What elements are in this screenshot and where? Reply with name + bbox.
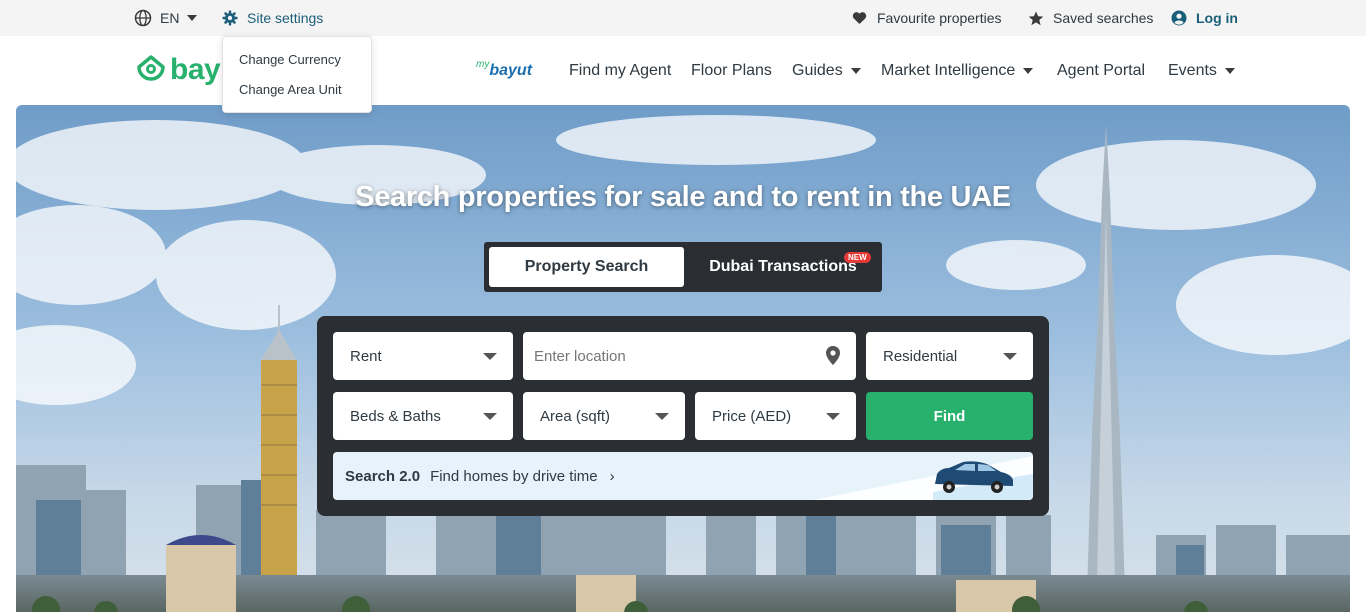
price-value: Price (AED) <box>712 407 792 425</box>
menu-item-change-area-unit[interactable]: Change Area Unit <box>223 81 371 111</box>
gear-icon <box>222 10 238 26</box>
mybayut-prefix: my <box>476 58 490 70</box>
chevron-down-icon <box>826 413 840 420</box>
hero-banner: Search properties for sale and to rent i… <box>16 105 1350 612</box>
nav-events[interactable]: Events <box>1168 36 1235 106</box>
nav-agent-portal[interactable]: Agent Portal <box>1057 36 1145 106</box>
menu-item-change-currency[interactable]: Change Currency <box>223 51 371 81</box>
nav-label: Floor Plans <box>691 62 772 79</box>
nav-label: Find my Agent <box>569 62 672 79</box>
nav-find-my-agent[interactable]: Find my Agent <box>569 36 671 106</box>
language-label: EN <box>160 10 180 26</box>
mybayut-name: bayut <box>489 62 533 79</box>
search-2-0-label: Search 2.0 <box>345 467 421 485</box>
globe-icon <box>134 9 152 27</box>
search-mode-tabs: Property Search Dubai Transactions NEW <box>484 242 882 292</box>
nav-label: Market Intelligence <box>881 62 1016 79</box>
mybayut-link[interactable]: my bayut <box>476 36 532 106</box>
nav-label: Guides <box>792 62 843 79</box>
favourite-properties-link[interactable]: Favourite properties <box>852 0 1002 36</box>
chevron-down-icon <box>483 413 497 420</box>
area-select[interactable]: Area (sqft) <box>523 392 685 440</box>
chevron-right-icon: › <box>609 467 615 485</box>
bayut-logo-text: bay <box>170 53 221 86</box>
nav-market-intelligence[interactable]: Market Intelligence <box>881 36 1034 106</box>
chevron-down-icon <box>1023 68 1034 74</box>
site-settings-button[interactable]: Site settings <box>222 0 323 36</box>
area-value: Area (sqft) <box>540 407 611 425</box>
nav-guides[interactable]: Guides <box>792 36 861 106</box>
search-2-0-text: Find homes by drive time <box>430 467 598 485</box>
location-field[interactable] <box>523 332 856 380</box>
car-icon <box>813 456 1033 500</box>
beds-baths-select[interactable]: Beds & Baths <box>333 392 513 440</box>
bayut-logo[interactable]: bay <box>136 53 221 87</box>
chevron-down-icon <box>1003 353 1017 360</box>
price-select[interactable]: Price (AED) <box>695 392 856 440</box>
search-panel: Rent Residential Beds & Baths Area (sqft… <box>317 316 1049 516</box>
chevron-down-icon <box>655 413 669 420</box>
chevron-down-icon <box>850 68 861 74</box>
nav-floor-plans[interactable]: Floor Plans <box>691 36 772 106</box>
bayut-logo-icon <box>136 54 166 86</box>
chevron-down-icon <box>1224 68 1235 74</box>
favourite-properties-label: Favourite properties <box>877 10 1002 26</box>
login-label: Log in <box>1196 10 1238 26</box>
hero-title: Search properties for sale and to rent i… <box>355 181 1011 213</box>
user-circle-icon <box>1171 10 1187 26</box>
nav-label: Events <box>1168 62 1217 79</box>
tab-property-search[interactable]: Property Search <box>489 247 684 287</box>
location-input[interactable] <box>534 347 804 365</box>
heart-icon <box>852 11 867 25</box>
find-button[interactable]: Find <box>866 392 1033 440</box>
language-selector[interactable]: EN <box>134 0 198 36</box>
beds-baths-value: Beds & Baths <box>350 407 441 425</box>
chevron-down-icon <box>187 15 198 21</box>
top-utility-bar: EN Site settings Favourite properties Sa… <box>0 0 1366 36</box>
search-2-0-banner[interactable]: Search 2.0 Find homes by drive time › <box>333 452 1033 500</box>
purpose-select[interactable]: Rent <box>333 332 513 380</box>
login-button[interactable]: Log in <box>1171 0 1238 36</box>
new-badge: NEW <box>844 252 871 263</box>
location-pin-icon <box>826 346 840 369</box>
saved-searches-label: Saved searches <box>1053 10 1154 26</box>
site-settings-menu: Change Currency Change Area Unit <box>222 36 372 113</box>
main-header: bay my bayut Find my Agent Floor Plans G… <box>0 36 1366 106</box>
category-select[interactable]: Residential <box>866 332 1033 380</box>
chevron-down-icon <box>483 353 497 360</box>
purpose-value: Rent <box>350 347 382 365</box>
category-value: Residential <box>883 347 958 365</box>
site-settings-label: Site settings <box>247 10 324 26</box>
star-icon <box>1028 11 1044 26</box>
saved-searches-link[interactable]: Saved searches <box>1028 0 1153 36</box>
nav-label: Agent Portal <box>1057 62 1146 79</box>
